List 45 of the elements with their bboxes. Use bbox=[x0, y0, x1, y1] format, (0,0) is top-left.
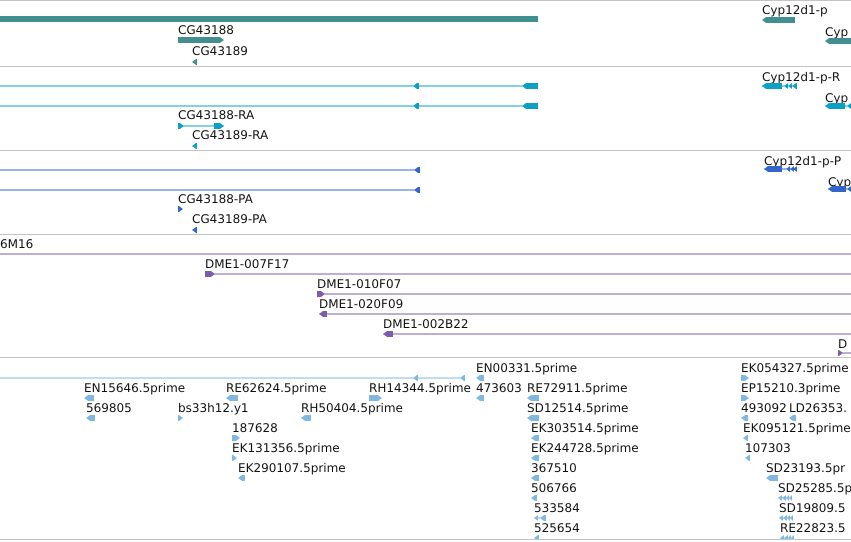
feature-label: 493092 bbox=[741, 401, 787, 415]
feature-label: 473603 bbox=[476, 381, 522, 395]
feature-label: Cyp12d1-p-R bbox=[762, 70, 840, 84]
feature-label: 367510 bbox=[531, 461, 577, 475]
feature-label: Cyp12d1-p-P bbox=[764, 154, 842, 168]
feature-label: 533584 bbox=[534, 501, 580, 515]
feature-label: RE62624.5prime bbox=[226, 381, 326, 395]
feature-label: LD26353. bbox=[789, 401, 847, 415]
feature-label: D bbox=[838, 337, 848, 351]
feature-label: 6M16 bbox=[0, 237, 34, 251]
feature-label: CG43189-PA bbox=[192, 212, 267, 226]
feature-label: DME1-010F07 bbox=[317, 277, 402, 291]
feature-label: EN00331.5prime bbox=[476, 361, 578, 375]
feature-label: 187628 bbox=[232, 421, 278, 435]
feature-label: 525654 bbox=[534, 521, 580, 535]
feature-label: EK054327.5prime bbox=[741, 361, 849, 375]
feature-label: SD25285.5p bbox=[778, 481, 851, 495]
feature-label: RH50404.5prime bbox=[301, 401, 403, 415]
feature-label: 107303 bbox=[745, 441, 791, 455]
feature-label: EK131356.5prime bbox=[232, 441, 340, 455]
feature-label: CG43188-PA bbox=[178, 192, 253, 206]
feature-label: bs33h12.y1 bbox=[178, 401, 249, 415]
feature-label: CG43189-RA bbox=[192, 128, 268, 142]
feature-label: 506766 bbox=[531, 481, 577, 495]
feature-label: EK244728.5prime bbox=[531, 441, 639, 455]
feature-label: CG43189 bbox=[192, 44, 248, 58]
feature-label: EK290107.5prime bbox=[238, 461, 346, 475]
feature-label: CG43188 bbox=[178, 23, 234, 37]
feature-label: RH14344.5prime bbox=[369, 381, 471, 395]
feature-label: SD19809.5 bbox=[779, 501, 846, 515]
feature-label: SD12514.5prime bbox=[527, 401, 628, 415]
feature-label: RE72911.5prime bbox=[527, 381, 628, 395]
feature-label: DME1-007F17 bbox=[205, 257, 290, 271]
feature-label: EK095121.5prime bbox=[743, 421, 851, 435]
feature-label: Cyp12d1-p bbox=[762, 3, 828, 17]
feature-label: DME1-020F09 bbox=[319, 297, 404, 311]
feature-label: EP15210.3prime bbox=[741, 381, 840, 395]
feature-label: SD23193.5pr bbox=[766, 461, 846, 475]
feature-label: CG43188-RA bbox=[178, 108, 254, 122]
feature-label: Cyp bbox=[825, 25, 848, 39]
feature-label: RE22823.5 bbox=[780, 521, 846, 535]
feature-label: EN15646.5prime bbox=[84, 381, 186, 395]
feature-label: DME1-002B22 bbox=[383, 317, 469, 331]
feature-label: EK303514.5prime bbox=[531, 421, 639, 435]
feature-label: 569805 bbox=[86, 401, 132, 415]
